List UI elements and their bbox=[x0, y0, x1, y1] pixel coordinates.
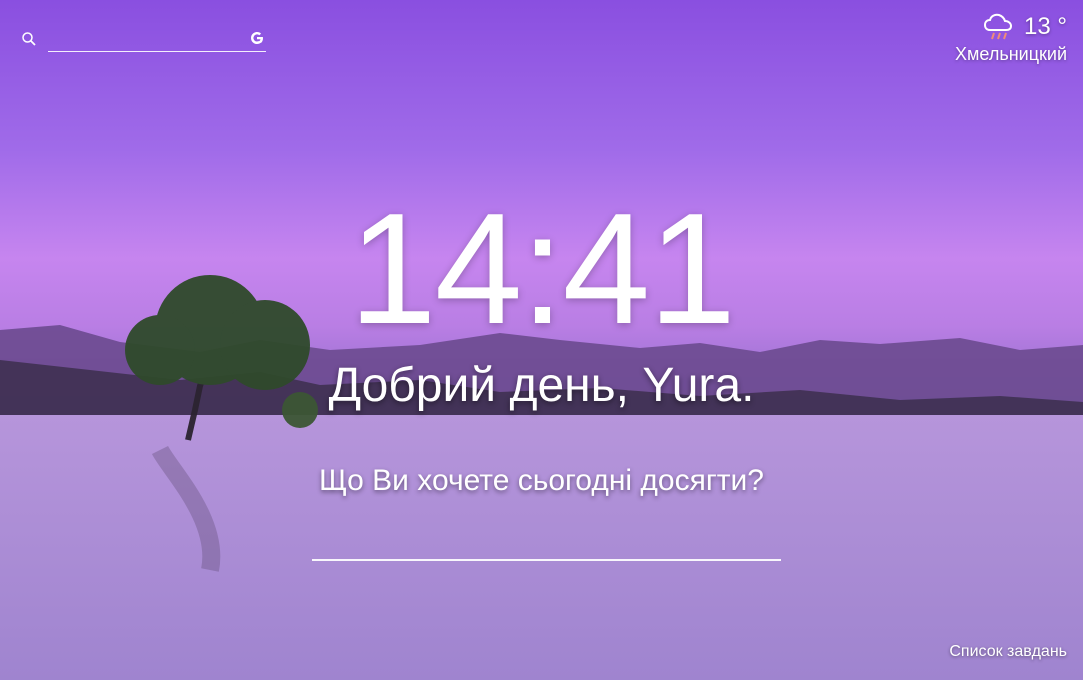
search-bar bbox=[20, 26, 266, 52]
todo-list-link[interactable]: Список завдань bbox=[949, 643, 1067, 661]
rain-cloud-icon bbox=[984, 13, 1013, 40]
focus-input[interactable] bbox=[312, 525, 781, 561]
search-input[interactable] bbox=[48, 26, 266, 52]
search-icon[interactable] bbox=[20, 30, 38, 48]
temperature: 13 ° bbox=[1024, 13, 1067, 40]
city-name: Хмельницкий bbox=[955, 44, 1067, 64]
clock-time: 14:41 bbox=[348, 181, 736, 357]
weather-widget[interactable]: 13 ° Хмельницкий bbox=[955, 12, 1067, 65]
google-g-icon[interactable] bbox=[248, 29, 266, 47]
focus-question: Що Ви хочете сьогодні досягти? bbox=[319, 464, 764, 497]
greeting-text: Добрий день, Yura. bbox=[328, 359, 755, 412]
weather-row: 13 ° bbox=[955, 12, 1067, 42]
